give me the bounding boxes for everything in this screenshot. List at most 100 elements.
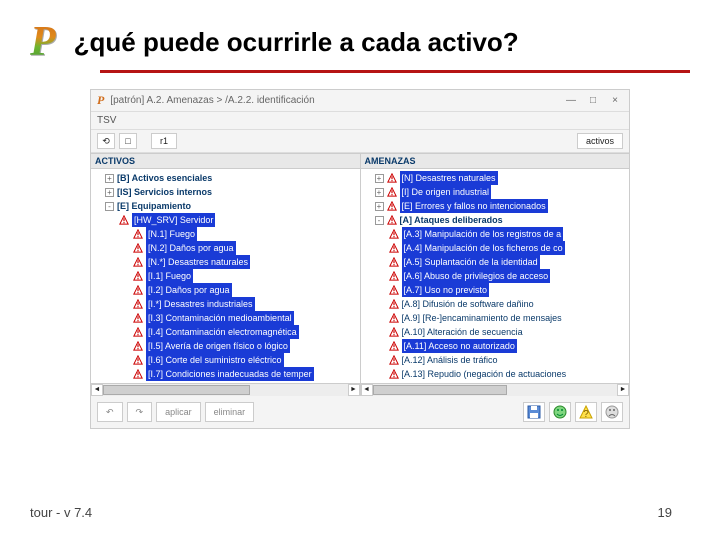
tree-item-label: [N] Desastres naturales <box>400 171 498 185</box>
help-icon[interactable]: ? <box>575 402 597 422</box>
app-window: P [patrón] A.2. Amenazas > /A.2.2. ident… <box>90 89 630 429</box>
warning-icon <box>389 285 399 295</box>
scroll-right-icon[interactable]: ► <box>348 384 360 396</box>
scroll-left-icon[interactable]: ◄ <box>361 384 373 396</box>
tree-row[interactable]: [HW_SRV] Servidor <box>91 213 360 227</box>
app-logo: P <box>30 18 56 66</box>
warning-icon <box>389 341 399 351</box>
tree-row[interactable]: [A.3] Manipulación de los registros de a <box>361 227 630 241</box>
collapse-icon[interactable]: - <box>375 216 384 225</box>
tree-row[interactable]: [A.8] Difusión de software dañino <box>361 297 630 311</box>
expand-icon[interactable]: + <box>375 174 384 183</box>
tree-row[interactable]: [I.2] Daños por agua <box>91 283 360 297</box>
expand-icon[interactable]: + <box>375 202 384 211</box>
tree-row[interactable]: [A.13] Repudio (negación de actuaciones <box>361 367 630 381</box>
tree-row[interactable]: +[B] Activos esenciales <box>91 171 360 185</box>
amenazas-tree[interactable]: + [N] Desastres naturales + [I] De origen i… <box>361 169 630 383</box>
tree-item-label: [I.3] Contaminación medioambiental <box>146 311 294 325</box>
scroll-right-icon[interactable]: ► <box>617 384 629 396</box>
tree-row[interactable]: +[E] Errores y fallos no intencionados <box>361 199 630 213</box>
minimize-button[interactable]: — <box>563 95 579 106</box>
collapse-icon[interactable]: - <box>105 202 114 211</box>
tree-item-label: [A.8] Difusión de software dañino <box>402 297 534 311</box>
warning-icon <box>133 299 143 309</box>
h-scrollbar-left[interactable]: ◄ ► <box>91 383 360 395</box>
sad-face-icon[interactable] <box>601 402 623 422</box>
tree-item-label: [A.12] Análisis de tráfico <box>402 353 498 367</box>
warning-icon <box>389 299 399 309</box>
tree-row[interactable]: [I.4] Contaminación electromagnética <box>91 325 360 339</box>
warning-icon <box>133 355 143 365</box>
tree-row[interactable]: +[IS] Servicios internos <box>91 185 360 199</box>
tree-row[interactable]: [I.7] Condiciones inadecuadas de temper <box>91 367 360 381</box>
tree-row[interactable]: [I.5] Avería de origen físico o lógico <box>91 339 360 353</box>
tree-row[interactable]: [A.9] [Re-]encaminamiento de mensajes <box>361 311 630 325</box>
toolbar-btn-1[interactable]: ⟲ <box>97 133 115 149</box>
tree-item-label: [I.*] Desastres industriales <box>146 297 255 311</box>
window-title: [patrón] A.2. Amenazas > /A.2.2. identif… <box>110 95 557 106</box>
svg-text:?: ? <box>583 409 589 419</box>
redo-button[interactable]: ↷ <box>127 402 153 422</box>
warning-icon <box>133 327 143 337</box>
tree-item-label: [B] Activos esenciales <box>117 171 212 185</box>
h-scrollbar-right[interactable]: ◄ ► <box>361 383 630 395</box>
tree-row[interactable]: [A.12] Análisis de tráfico <box>361 353 630 367</box>
tree-item-label: [I.1] Fuego <box>146 269 193 283</box>
activos-panel: ACTIVOS +[B] Activos esenciales+[IS] Ser… <box>91 154 361 395</box>
tree-row[interactable]: + [I] De origen industrial <box>361 185 630 199</box>
amenazas-panel: AMENAZAS +[N] Desastres naturales+[I] De… <box>361 154 630 395</box>
tree-item-label: [A.11] Acceso no autorizado <box>402 339 517 353</box>
warning-icon <box>133 229 143 239</box>
tab-tsv[interactable]: TSV <box>97 115 116 126</box>
tree-row[interactable]: [A.5] Suplantación de la identidad <box>361 255 630 269</box>
close-button[interactable]: × <box>607 95 623 106</box>
slide-title: ¿qué puede ocurrirle a cada activo? <box>74 27 519 58</box>
expand-icon[interactable]: + <box>375 188 384 197</box>
divider <box>100 70 690 73</box>
tree-item-label: [N.2] Daños por agua <box>146 241 236 255</box>
tree-row[interactable]: [N.2] Daños por agua <box>91 241 360 255</box>
tree-item-label: [I.7] Condiciones inadecuadas de temper <box>146 367 314 381</box>
tree-row[interactable]: [I.1] Fuego <box>91 269 360 283</box>
tree-row[interactable]: [A.11] Acceso no autorizado <box>361 339 630 353</box>
toolbar-btn-activos[interactable]: activos <box>577 133 623 149</box>
tree-row[interactable]: [N.1] Fuego <box>91 227 360 241</box>
scroll-left-icon[interactable]: ◄ <box>91 384 103 396</box>
tree-item-label: [A.5] Suplantación de la identidad <box>402 255 540 269</box>
warning-icon <box>389 243 399 253</box>
undo-button[interactable]: ↶ <box>97 402 123 422</box>
activos-tree[interactable]: +[B] Activos esenciales+[IS] Servicios i… <box>91 169 360 383</box>
tree-row[interactable]: [I.6] Corte del suministro eléctrico <box>91 353 360 367</box>
tree-row[interactable]: [I.*] Desastres industriales <box>91 297 360 311</box>
toolbar: ⟲ □ r1 activos <box>91 130 629 153</box>
tree-item-label: [A.6] Abuso de privilegios de acceso <box>402 269 551 283</box>
tree-row[interactable]: [A.4] Manipulación de los ficheros de co <box>361 241 630 255</box>
activos-header: ACTIVOS <box>91 154 360 169</box>
tree-item-label: [IS] Servicios internos <box>117 185 212 199</box>
tree-item-label: [N.1] Fuego <box>146 227 197 241</box>
toolbar-btn-2[interactable]: □ <box>119 133 137 149</box>
tree-row[interactable]: [N.*] Desastres naturales <box>91 255 360 269</box>
warning-icon <box>119 215 129 225</box>
tree-item-label: [I] De origen industrial <box>400 185 492 199</box>
tree-row[interactable]: + [N] Desastres naturales <box>361 171 630 185</box>
warning-icon <box>389 355 399 365</box>
tree-row[interactable]: [A.6] Abuso de privilegios de acceso <box>361 269 630 283</box>
tree-row[interactable]: -[E] Equipamiento <box>91 199 360 213</box>
tree-item-label: [A.4] Manipulación de los ficheros de co <box>402 241 565 255</box>
tree-item-label: [HW_SRV] Servidor <box>132 213 215 227</box>
warning-icon <box>133 313 143 323</box>
tree-row[interactable]: [A.10] Alteración de secuencia <box>361 325 630 339</box>
warning-icon <box>133 243 143 253</box>
ok-face-icon[interactable] <box>549 402 571 422</box>
apply-button[interactable]: aplicar <box>156 402 201 422</box>
expand-icon[interactable]: + <box>105 174 114 183</box>
remove-button[interactable]: eliminar <box>205 402 255 422</box>
toolbar-btn-r1[interactable]: r1 <box>151 133 177 149</box>
expand-icon[interactable]: + <box>105 188 114 197</box>
tree-row[interactable]: [I.3] Contaminación medioambiental <box>91 311 360 325</box>
tree-row[interactable]: -[A] Ataques deliberados <box>361 213 630 227</box>
save-icon[interactable] <box>523 402 545 422</box>
maximize-button[interactable]: □ <box>585 95 601 106</box>
tree-row[interactable]: [A.7] Uso no previsto <box>361 283 630 297</box>
